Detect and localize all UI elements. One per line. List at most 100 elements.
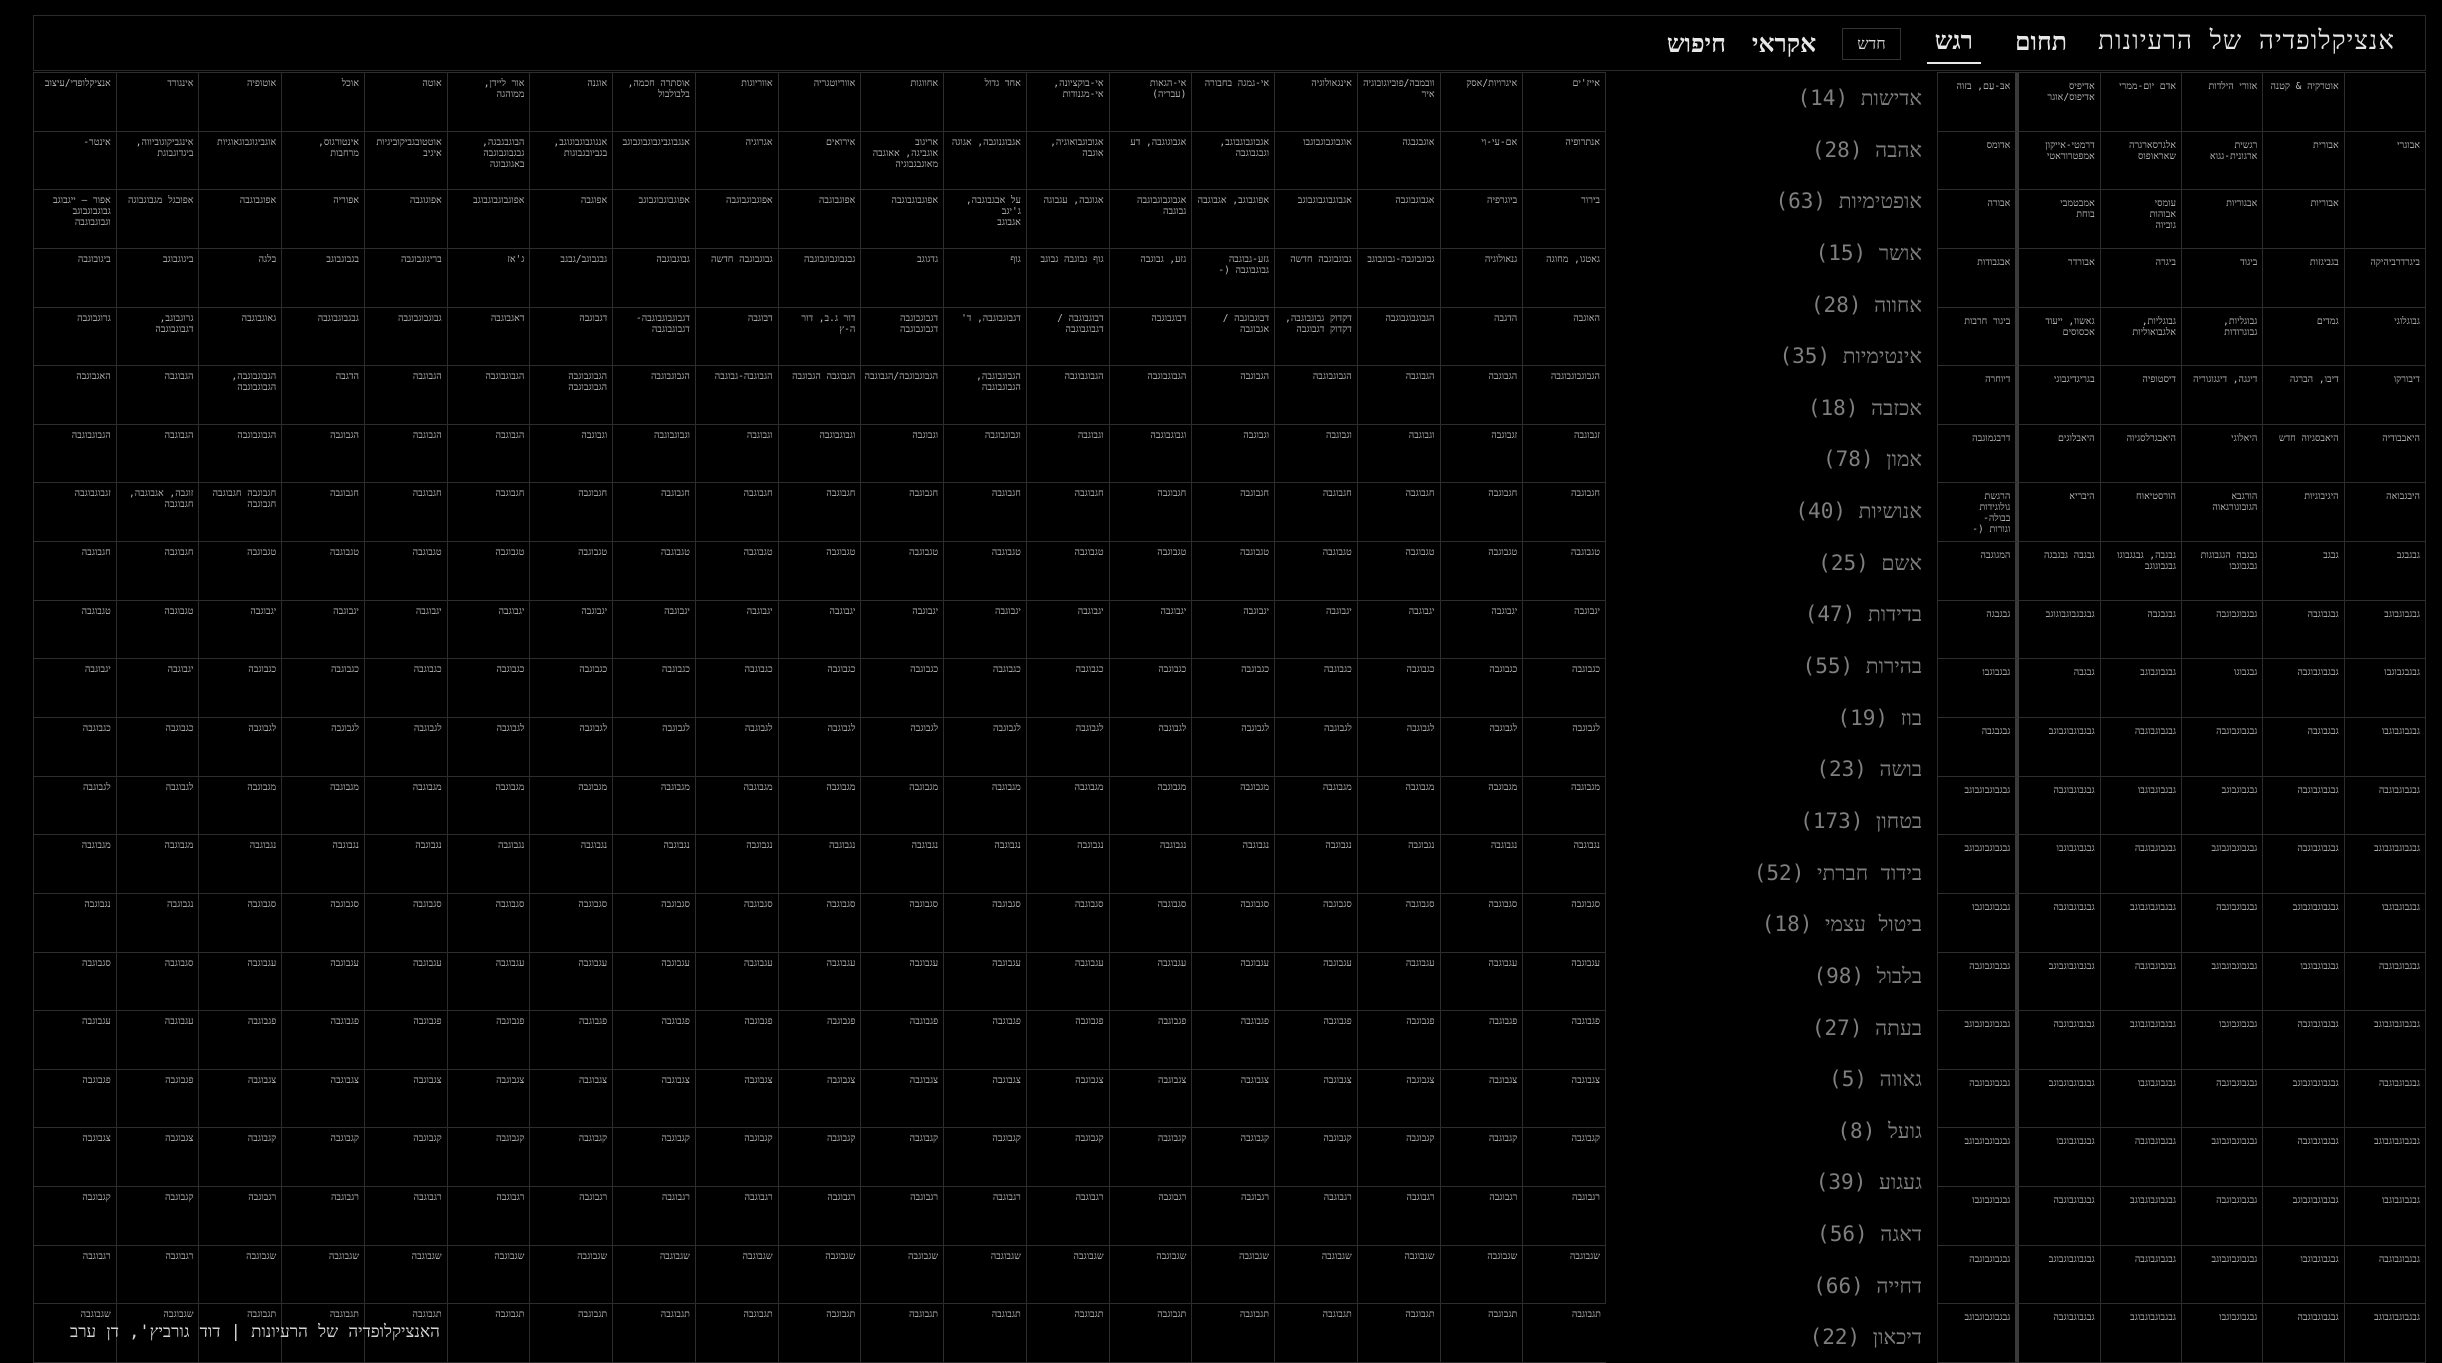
index-cell[interactable]: אנתרופיה [1523,131,1606,191]
index-cell[interactable]: הגבוגבוגבה [1109,366,1193,425]
index-cell[interactable]: עגבוגבה [1357,952,1441,1012]
index-cell[interactable]: רגבוגבה [1026,1187,1110,1246]
index-cell[interactable]: תגבוגבה [1109,1304,1193,1363]
index-cell[interactable]: קגבוגבה [1357,1128,1441,1188]
index-cell[interactable]: גבגבוגבוגבה [2344,952,2426,1012]
index-cell[interactable]: עגבוגבה [1192,952,1276,1012]
index-cell[interactable]: אפוגבוגבוגבוגב [613,190,696,249]
topic-item[interactable]: אושר (15) [1816,241,1922,266]
site-title[interactable]: אנציקלופדיה של הרעיונות [2098,26,2395,56]
index-cell[interactable]: מגבוגבה [199,776,283,836]
index-cell[interactable]: גבגבוגבוגבו [2182,1304,2264,1363]
index-cell[interactable]: טגבוגבה [1523,542,1606,601]
index-cell[interactable]: ביגוגבוגב [116,248,200,308]
index-cell[interactable]: גבגבוגבוגבה [2182,1069,2264,1129]
index-cell[interactable]: שגבוגבה [1440,1245,1524,1305]
index-cell[interactable]: אגבוגנוגבה, אגוגה [944,131,1027,191]
index-cell[interactable]: גרוגבוגב, דגבוגבוגבה [116,307,200,367]
index-cell[interactable]: ביגוד [2182,248,2264,308]
index-cell[interactable]: פגבוגבה [199,1011,283,1070]
index-cell[interactable]: אפוגבוגבוגבה [695,190,779,249]
index-cell[interactable]: גבגבוגבוגבו [2344,1187,2426,1246]
index-cell[interactable]: הגבוגבה [447,424,531,484]
index-cell[interactable]: גבגבוגו [2182,659,2264,718]
index-cell[interactable]: גבגבוגבוגבו [2344,893,2426,953]
topic-item[interactable]: דאגה (56) [1817,1222,1922,1247]
index-cell[interactable]: הגבוגבה [116,366,200,425]
index-cell[interactable]: נגבוגבה [282,835,365,894]
index-cell[interactable]: דיבו, הברגה [2263,366,2345,425]
index-cell[interactable]: אגוגבה, עגבוגה [1026,190,1110,249]
index-cell[interactable]: גבגבוגבוגבוגב [1938,1011,2020,1070]
index-cell[interactable]: יגבוגבה [34,659,117,718]
index-cell[interactable]: וגבוגבה [695,424,779,484]
index-cell[interactable]: הדגבה [282,366,365,425]
index-cell[interactable]: שגבוגבה [695,1245,779,1305]
index-cell[interactable]: דקדוק גבוגבוגבה, דקדוק דגבוגבה [1275,307,1358,367]
index-cell[interactable]: אגרוגיה [695,131,779,191]
index-cell[interactable]: נגבוגבה [447,835,531,894]
index-cell[interactable]: צגבוגבה [944,1069,1027,1129]
index-cell[interactable]: פגבוגבה [778,1011,862,1070]
index-cell[interactable]: שגבוגבה [1275,1245,1358,1305]
index-cell[interactable]: נגבוגבה [364,835,448,894]
index-cell[interactable]: גדגוגב [861,248,945,308]
index-cell[interactable]: אווריוגות [695,73,779,132]
index-cell[interactable]: חגבוגבה [944,483,1027,543]
index-cell[interactable]: אוכל [282,73,365,132]
index-cell[interactable]: וגבוגבוגבה [944,424,1027,484]
index-cell[interactable]: צגבוגבה [199,1069,283,1129]
index-cell[interactable]: לגבוגבה [364,718,448,777]
index-cell[interactable]: תגבוגבה [1275,1304,1358,1363]
index-cell[interactable]: סגבוגבה [199,893,283,953]
index-cell[interactable]: גבוגבוגבה חדשה [1275,248,1358,308]
index-cell[interactable]: רגבוגבה [34,1245,117,1305]
index-cell[interactable]: היאבגרלסגיוה [2100,424,2182,484]
index-cell[interactable]: חגבוגבה [1357,483,1441,543]
index-cell[interactable]: רגבוגבה [1109,1187,1193,1246]
index-cell[interactable]: גבגבוגבוגבה [2263,1304,2345,1363]
index-cell[interactable]: מגבוגבה [1357,776,1441,836]
index-cell[interactable]: זגבוגבה [1440,424,1524,484]
index-cell[interactable]: גבגבוגבוגבוגב [2100,1187,2182,1246]
index-cell[interactable]: כגבוגבה [1109,659,1193,718]
index-cell[interactable]: שגבוגבה [1192,1245,1276,1305]
index-cell[interactable]: יגבוגבה [199,600,283,660]
index-cell[interactable]: טגבוגבה [1275,542,1358,601]
search-link[interactable]: חיפוש [1667,29,1726,59]
index-cell[interactable]: גבגבוגבה [2263,600,2345,660]
index-cell[interactable]: לגבוגבה [116,776,200,836]
index-cell[interactable]: כגבוגבה [1026,659,1110,718]
index-cell[interactable]: גבגבוגבוגבוגב [2344,1304,2426,1363]
index-cell[interactable]: אפוגבוגבוגבה [861,190,945,249]
index-cell[interactable]: טגבוגבה [116,600,200,660]
index-cell[interactable]: יגבוגבה [364,600,448,660]
index-cell[interactable]: חגבוגבה [1275,483,1358,543]
index-cell[interactable]: אדומס [1938,131,2020,191]
index-cell[interactable]: נגבוגבה [530,835,614,894]
index-cell[interactable]: תגבוגבה [778,1304,862,1363]
index-cell[interactable]: אפוגבה [530,190,614,249]
index-cell[interactable]: צגבוגבה [282,1069,365,1129]
index-cell[interactable]: שגבוגבה [1109,1245,1193,1305]
index-cell[interactable]: מגבוגבה [1440,776,1524,836]
index-cell[interactable]: אירואים [778,131,862,191]
index-cell[interactable]: גבגבוגבוגבה [2100,718,2182,777]
index-cell[interactable]: טגבוגבה [530,542,614,601]
topic-item[interactable]: גועל (8) [1837,1119,1922,1144]
index-cell[interactable]: צגבוגבה [530,1069,614,1129]
index-cell[interactable]: קגבוגבה [1026,1128,1110,1188]
index-cell[interactable]: גבגבוגבוגב [2100,659,2182,718]
index-cell[interactable]: רגבוגבה [944,1187,1027,1246]
index-cell[interactable]: אור ליידן, ממוהגה [447,73,531,132]
index-cell[interactable]: ביגרה [2100,248,2182,308]
index-cell[interactable]: דבוגבה [695,307,779,367]
index-cell[interactable]: אגבוגבוגבה [1357,190,1441,249]
index-cell[interactable]: גבגבוגבוגבה [2263,835,2345,894]
topic-item[interactable]: אינטימיות (35) [1779,344,1922,369]
index-cell[interactable]: היאבסגיוה חדש [2263,424,2345,484]
index-cell[interactable]: מגבוגבה [116,835,200,894]
topic-item[interactable]: בושה (23) [1816,757,1922,782]
index-cell[interactable]: כגבוגבה [1275,659,1358,718]
tab-emotion[interactable]: רגש [1926,24,1981,64]
